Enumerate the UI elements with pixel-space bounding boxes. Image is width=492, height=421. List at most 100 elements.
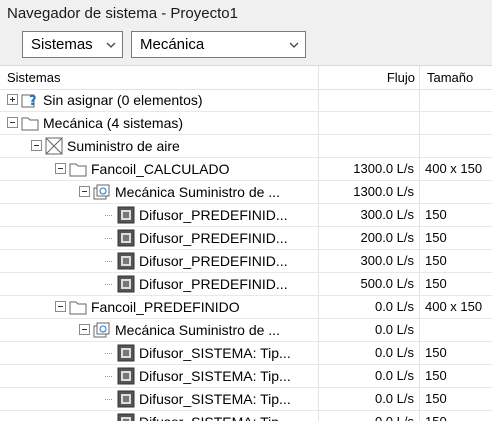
row-flow: 300.0 L/s <box>360 207 415 222</box>
row-label: Mecánica Suministro de ... <box>115 184 280 200</box>
diffuser-icon <box>117 367 135 385</box>
column-header-size[interactable]: Tamaño <box>427 66 473 89</box>
diffuser-icon <box>117 206 135 224</box>
view-select[interactable]: Sistemas <box>22 31 123 58</box>
collapse-icon[interactable] <box>55 301 66 312</box>
row-name-cell: ? Sin asignar (0 elementos) <box>0 89 318 111</box>
tree-connector <box>105 353 112 355</box>
row-size: 150 <box>425 391 447 406</box>
tree-row[interactable]: Difusor_SISTEMA: Tip... 0.0 L/s 150 <box>0 365 492 388</box>
tree-connector <box>105 261 112 263</box>
row-size: 150 <box>420 411 492 421</box>
row-label: Fancoil_PREDEFINIDO <box>91 299 240 315</box>
row-label: Difusor_SISTEMA: Tip... <box>139 391 291 407</box>
toolbar: Sistemas Mecánica <box>0 27 492 66</box>
grid-header: Sistemas Flujo Tamaño <box>0 66 492 90</box>
duct-system-icon <box>93 321 111 339</box>
row-flow: 0.0 L/s <box>374 322 414 337</box>
tree-row[interactable]: Mecánica (4 sistemas) <box>0 112 492 135</box>
row-size: 150 <box>425 276 447 291</box>
collapse-icon[interactable] <box>79 324 90 335</box>
row-flow <box>318 112 418 134</box>
row-flow: 200.0 L/s <box>360 230 415 245</box>
collapse-icon[interactable] <box>7 117 18 128</box>
row-label: Difusor_PREDEFINID... <box>139 207 288 223</box>
tree-row[interactable]: Difusor_PREDEFINID... 300.0 L/s 150 <box>0 204 492 227</box>
tree-row[interactable]: Fancoil_PREDEFINIDO 0.0 L/s 400 x 150 <box>0 296 492 319</box>
row-label: Mecánica (4 sistemas) <box>43 115 184 131</box>
diffuser-icon <box>117 252 135 270</box>
tree-row[interactable]: Mecánica Suministro de ... 1300.0 L/s <box>0 181 492 204</box>
discipline-select-value: Mecánica <box>140 36 205 53</box>
row-label: Difusor_SISTEMA: Tip... <box>139 411 291 421</box>
row-name-cell: Difusor_PREDEFINID... <box>0 250 318 272</box>
row-size: 150 <box>425 253 447 268</box>
row-name-cell: Difusor_SISTEMA: Tip... <box>0 365 318 387</box>
row-size: 150 <box>425 230 447 245</box>
expand-icon[interactable] <box>7 94 18 105</box>
chevron-down-icon <box>289 42 299 48</box>
tree-row[interactable]: Difusor_PREDEFINID... 300.0 L/s 150 <box>0 250 492 273</box>
row-name-cell: Fancoil_CALCULADO <box>0 158 318 180</box>
diffuser-icon <box>117 413 135 421</box>
row-flow: 0.0 L/s <box>374 345 414 360</box>
row-size: 150 <box>425 368 447 383</box>
row-flow: 0.0 L/s <box>374 299 414 314</box>
tree-row[interactable]: Fancoil_CALCULADO 1300.0 L/s 400 x 150 <box>0 158 492 181</box>
duct-system-icon <box>93 183 111 201</box>
row-flow <box>318 89 418 111</box>
row-flow: 0.0 L/s <box>374 368 414 383</box>
row-name-cell: Mecánica Suministro de ... <box>0 181 318 203</box>
chevron-down-icon <box>106 42 116 48</box>
tree-row[interactable]: ? Sin asignar (0 elementos) <box>0 89 492 112</box>
row-label: Suministro de aire <box>67 138 180 154</box>
tree-row[interactable]: Difusor_SISTEMA: Tip... 0.0 L/s 150 <box>0 342 492 365</box>
row-label: Fancoil_CALCULADO <box>91 161 230 177</box>
row-flow: 500.0 L/s <box>360 276 415 291</box>
row-flow: 300.0 L/s <box>360 253 415 268</box>
svg-text:?: ? <box>29 94 37 109</box>
tree-row[interactable]: Difusor_SISTEMA: Tip...0.0 L/s150 <box>0 411 492 421</box>
tree-row[interactable]: Difusor_SISTEMA: Tip... 0.0 L/s 150 <box>0 388 492 411</box>
row-flow: 0.0 L/s <box>374 391 414 406</box>
row-name-cell: Difusor_SISTEMA: Tip... <box>0 342 318 364</box>
tree-row[interactable]: Mecánica Suministro de ... 0.0 L/s <box>0 319 492 342</box>
column-header-flow[interactable]: Flujo <box>318 66 415 89</box>
window-title: Navegador de sistema - Proyecto1 <box>0 0 492 27</box>
tree-connector <box>105 284 112 286</box>
folder-icon <box>69 160 87 178</box>
row-size: 400 x 150 <box>425 161 483 176</box>
row-name-cell: Mecánica (4 sistemas) <box>0 112 318 134</box>
row-size: 150 <box>425 207 447 222</box>
collapse-icon[interactable] <box>55 163 66 174</box>
diffuser-icon <box>117 275 135 293</box>
row-name-cell: Suministro de aire <box>0 135 318 157</box>
row-label: Mecánica Suministro de ... <box>115 322 280 338</box>
row-label: Difusor_SISTEMA: Tip... <box>139 345 291 361</box>
row-name-cell: Difusor_SISTEMA: Tip... <box>0 388 318 410</box>
row-name-cell: Mecánica Suministro de ... <box>0 319 318 341</box>
column-header-systems[interactable]: Sistemas <box>7 66 60 89</box>
tree-row[interactable]: Difusor_PREDEFINID... 500.0 L/s 150 <box>0 273 492 296</box>
row-label: Sin asignar (0 elementos) <box>43 92 203 108</box>
row-size <box>420 181 492 203</box>
supply-air-icon <box>45 137 63 155</box>
tree-row[interactable]: Suministro de aire <box>0 135 492 158</box>
tree-connector <box>105 238 112 240</box>
tree-connector <box>105 399 112 401</box>
diffuser-icon <box>117 229 135 247</box>
row-flow <box>318 135 418 157</box>
row-label: Difusor_SISTEMA: Tip... <box>139 368 291 384</box>
tree-connector <box>105 215 112 217</box>
folder-icon <box>69 298 87 316</box>
folder-icon <box>21 114 39 132</box>
collapse-icon[interactable] <box>79 186 90 197</box>
row-flow: 1300.0 L/s <box>353 161 414 176</box>
discipline-select[interactable]: Mecánica <box>131 31 306 58</box>
collapse-icon[interactable] <box>31 140 42 151</box>
row-size <box>420 89 492 111</box>
row-size: 150 <box>425 345 447 360</box>
row-size <box>420 319 492 341</box>
tree-row[interactable]: Difusor_PREDEFINID... 200.0 L/s 150 <box>0 227 492 250</box>
row-size <box>420 112 492 134</box>
